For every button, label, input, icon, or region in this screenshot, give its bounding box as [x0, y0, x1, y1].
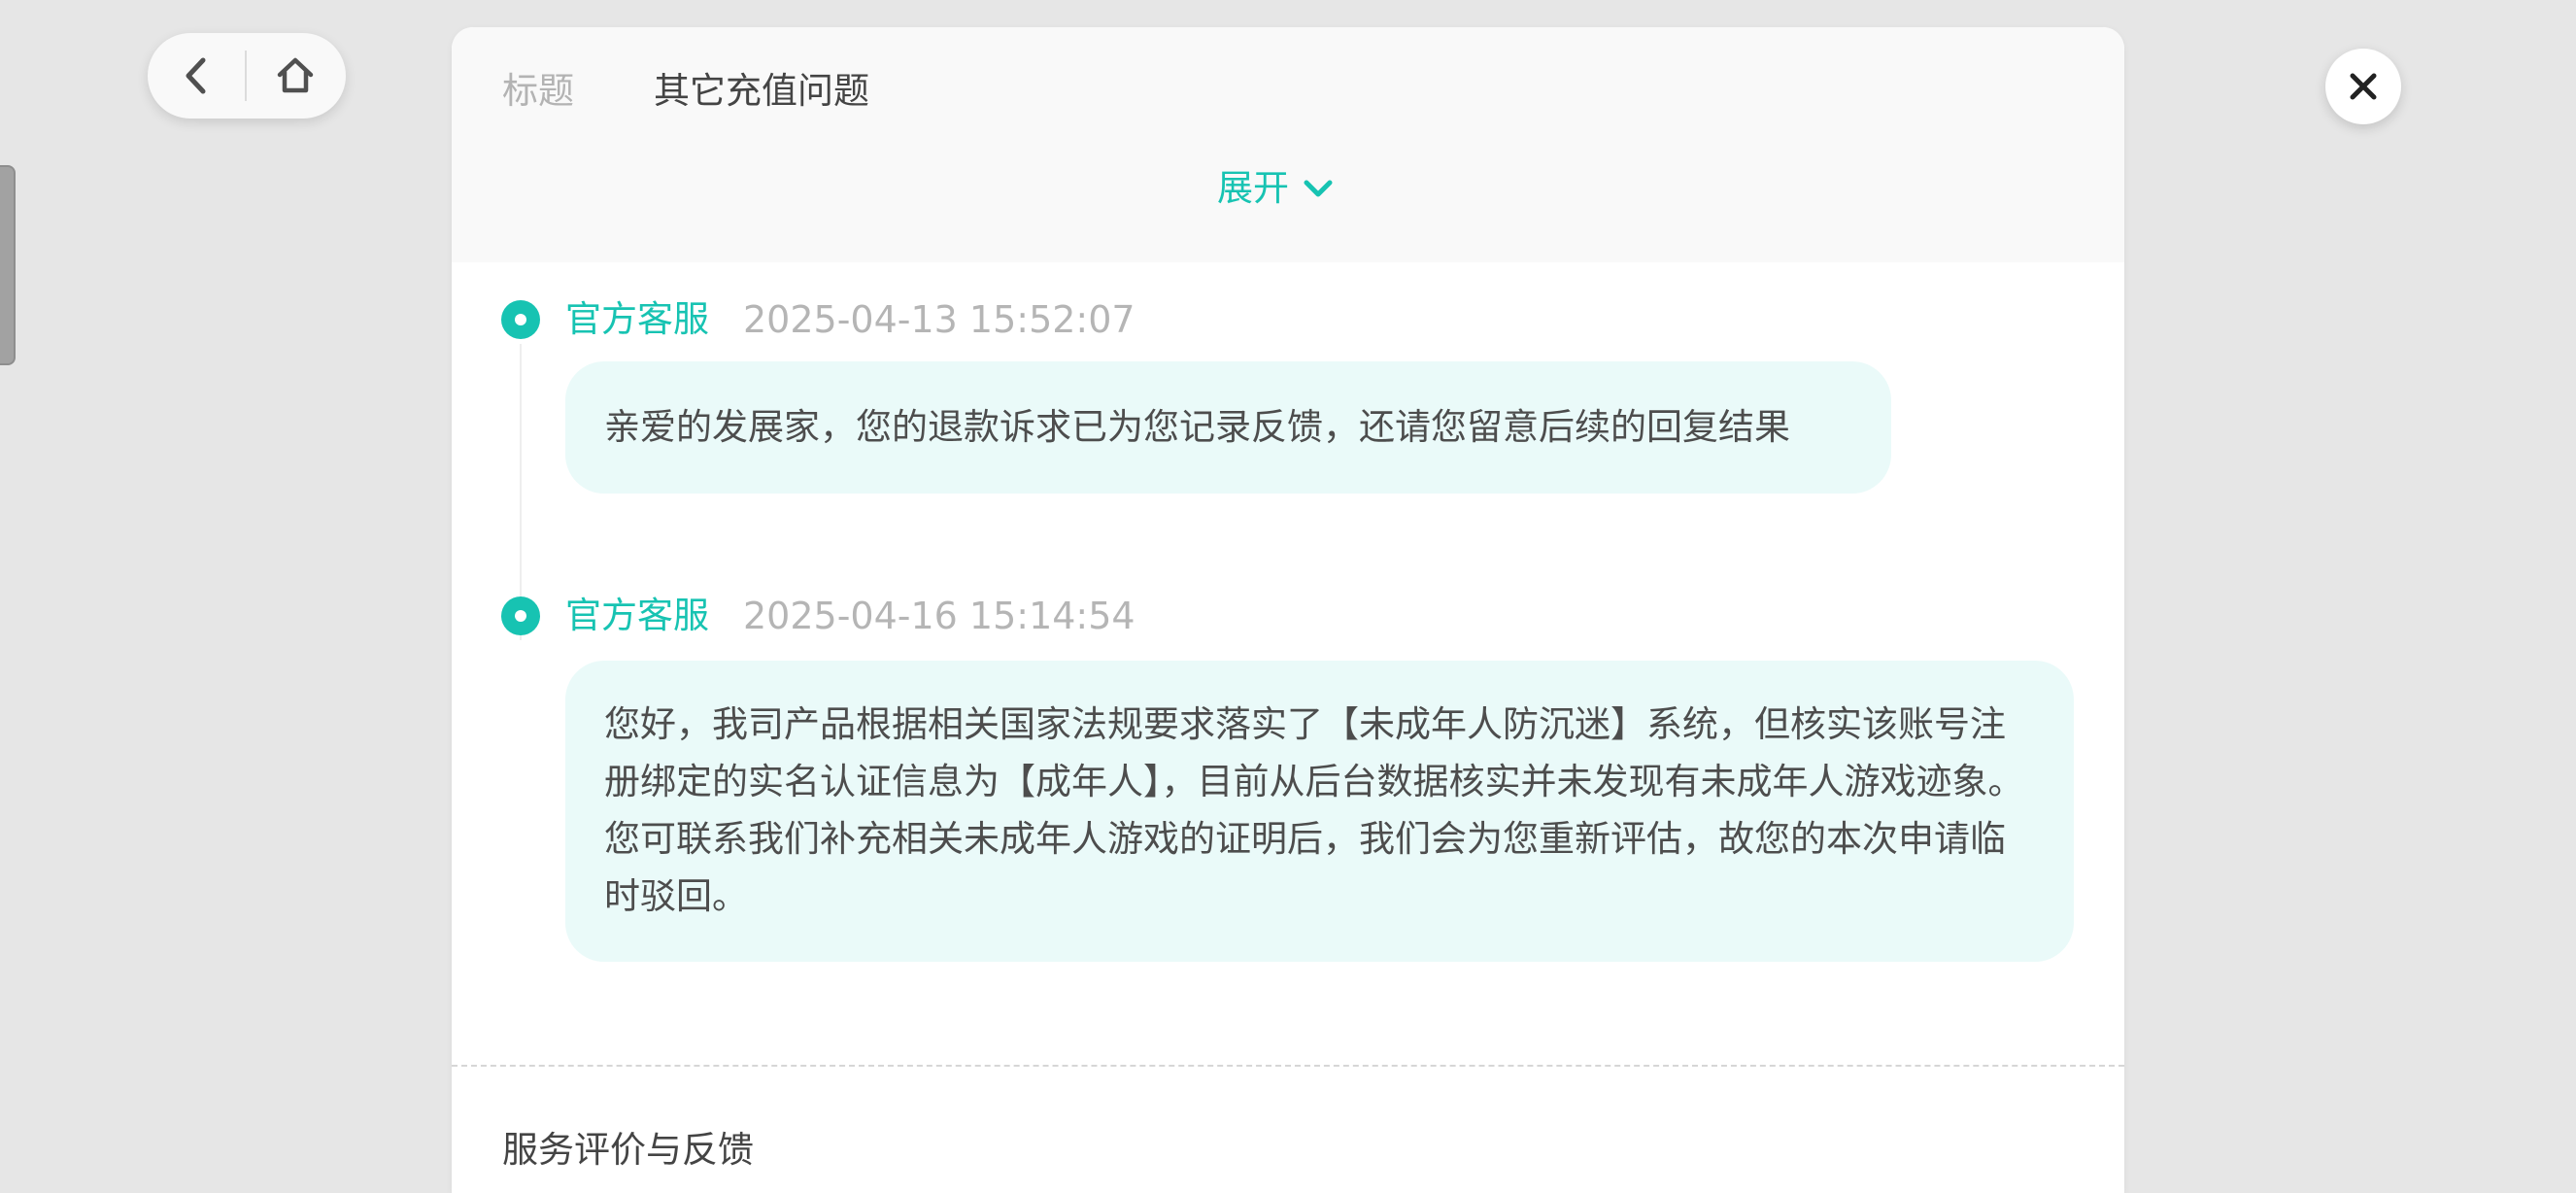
title-label: 标题 — [502, 70, 574, 112]
home-outline-icon — [277, 57, 314, 93]
ticket-detail-card: 标题 其它充值问题 展开 官方客服 2025-04-13 15:52:07 亲爱… — [452, 27, 2124, 1193]
expand-label: 展开 — [1217, 167, 1289, 209]
ticket-header: 标题 其它充值问题 展开 — [452, 27, 2124, 262]
message-sender: 官方客服 — [565, 595, 709, 636]
chevron-left-icon — [186, 57, 206, 94]
message-timestamp: 2025-04-16 15:14:54 — [743, 595, 1135, 637]
message-sender: 官方客服 — [565, 298, 709, 340]
message-bubble: 亲爱的发展家，您的退款诉求已为您记录反馈，还请您留意后续的回复结果 — [565, 361, 1891, 494]
message-bubble: 您好，我司产品根据相关国家法规要求落实了【未成年人防沉迷】系统，但核实该账号注册… — [565, 661, 2074, 962]
back-button[interactable] — [148, 33, 245, 119]
chevron-down-icon — [1304, 180, 1333, 197]
timeline-dot — [501, 300, 540, 339]
close-icon — [2350, 73, 2377, 100]
side-drawer-handle[interactable] — [0, 165, 16, 365]
nav-pill — [148, 33, 346, 119]
feedback-section-label: 服务评价与反馈 — [502, 1129, 754, 1171]
section-divider — [452, 1065, 2124, 1067]
home-button[interactable] — [247, 33, 344, 119]
message-timestamp: 2025-04-13 15:52:07 — [743, 298, 1135, 341]
close-button[interactable] — [2325, 49, 2401, 124]
title-value: 其它充值问题 — [654, 70, 869, 112]
expand-toggle[interactable]: 展开 — [1217, 165, 1334, 212]
timeline-dot — [501, 596, 540, 635]
